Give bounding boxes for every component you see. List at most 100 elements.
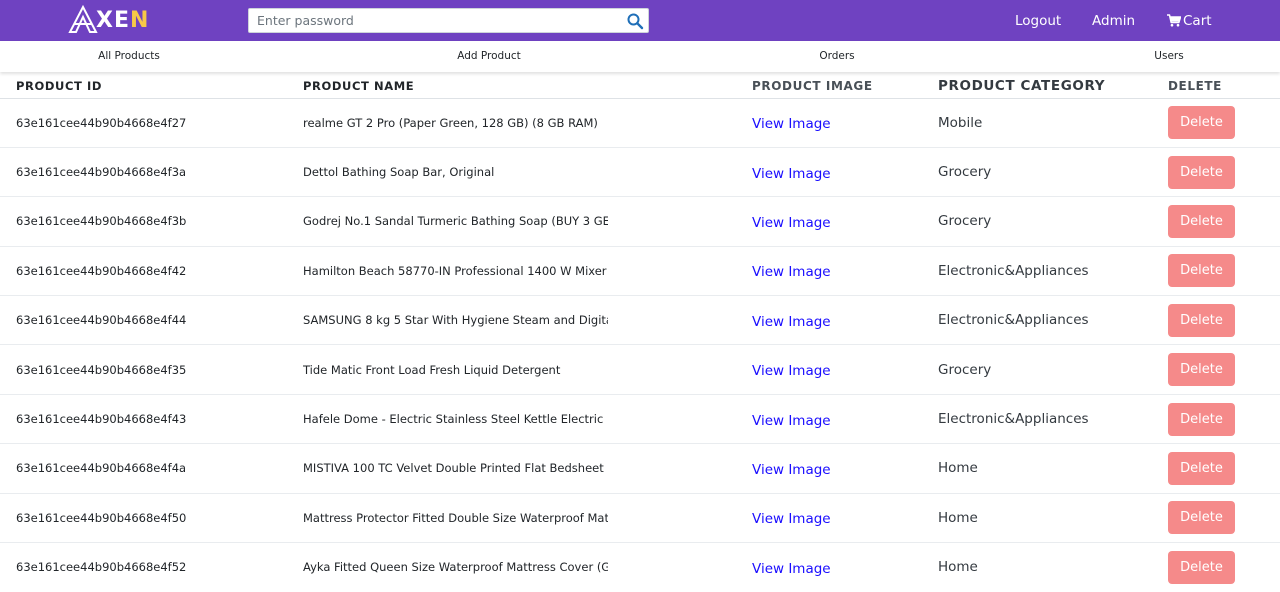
product-id-cell: 63e161cee44b90b4668e4f50 [0, 492, 303, 543]
product-name-cell: Dettol Bathing Soap Bar, Original [303, 146, 752, 197]
column-header-product-name: PRODUCT NAME [303, 72, 752, 99]
delete-button[interactable]: Delete [1168, 155, 1235, 189]
brand-text-n: N [130, 7, 150, 33]
product-image-cell: View Image [752, 97, 938, 148]
brand-text: XEN [96, 8, 149, 33]
admin-link[interactable]: Admin [1092, 0, 1135, 41]
product-id-cell: 63e161cee44b90b4668e4f42 [0, 245, 303, 296]
product-name-cell: Ayka Fitted Queen Size Waterproof Mattre… [303, 542, 752, 592]
view-image-link[interactable]: View Image [752, 116, 831, 132]
delete-button[interactable]: Delete [1168, 501, 1235, 535]
delete-cell: Delete [1168, 344, 1280, 395]
view-image-link[interactable]: View Image [752, 511, 831, 527]
view-image-link[interactable]: View Image [752, 413, 831, 429]
delete-button[interactable]: Delete [1168, 254, 1235, 288]
view-image-link[interactable]: View Image [752, 314, 831, 330]
product-name-text: Hamilton Beach 58770-IN Professional 140… [303, 263, 608, 278]
product-id-cell: 63e161cee44b90b4668e4f52 [0, 542, 303, 592]
product-category-cell: Grocery [938, 344, 1168, 395]
delete-button[interactable]: Delete [1168, 451, 1235, 485]
product-name-text: SAMSUNG 8 kg 5 Star With Hygiene Steam a… [303, 313, 608, 328]
table-row: 63e161cee44b90b4668e4f44 SAMSUNG 8 kg 5 … [0, 295, 1280, 345]
cart-link[interactable]: Cart [1167, 0, 1212, 41]
product-name-cell: Godrej No.1 Sandal Turmeric Bathing Soap… [303, 196, 752, 247]
view-image-link[interactable]: View Image [752, 462, 831, 478]
product-image-cell: View Image [752, 542, 938, 592]
product-name-cell: Hamilton Beach 58770-IN Professional 140… [303, 245, 752, 296]
brand-text-xe: XE [96, 7, 130, 33]
view-image-link[interactable]: View Image [752, 363, 831, 379]
logout-link[interactable]: Logout [1015, 0, 1061, 41]
product-id-cell: 63e161cee44b90b4668e4f3b [0, 196, 303, 247]
product-category-cell: Home [938, 443, 1168, 494]
view-image-link[interactable]: View Image [752, 561, 831, 577]
product-name-cell: SAMSUNG 8 kg 5 Star With Hygiene Steam a… [303, 295, 752, 345]
product-category-cell: Electronic&Appliances [938, 295, 1168, 345]
table-row: 63e161cee44b90b4668e4f3b Godrej No.1 San… [0, 196, 1280, 247]
product-name-text: MISTIVA 100 TC Velvet Double Printed Fla… [303, 461, 608, 476]
product-name-text: Godrej No.1 Sandal Turmeric Bathing Soap… [303, 214, 608, 229]
brand-logo[interactable]: XEN [68, 5, 149, 35]
product-id-cell: 63e161cee44b90b4668e4f44 [0, 295, 303, 345]
products-table: PRODUCT ID PRODUCT NAME PRODUCT IMAGE PR… [0, 72, 1280, 592]
search-input[interactable] [249, 9, 619, 32]
table-row: 63e161cee44b90b4668e4f27 realme GT 2 Pro… [0, 97, 1280, 148]
table-row: 63e161cee44b90b4668e4f52 Ayka Fitted Que… [0, 542, 1280, 592]
delete-cell: Delete [1168, 542, 1280, 592]
view-image-link[interactable]: View Image [752, 264, 831, 280]
product-name-text: Ayka Fitted Queen Size Waterproof Mattre… [303, 560, 608, 575]
subnav-all-products[interactable]: All Products [98, 41, 160, 72]
top-navbar: XEN Logout Admin Cart [0, 0, 1280, 41]
product-name-text: Mattress Protector Fitted Double Size Wa… [303, 510, 608, 525]
delete-cell: Delete [1168, 443, 1280, 494]
delete-button[interactable]: Delete [1168, 550, 1235, 584]
product-name-cell: realme GT 2 Pro (Paper Green, 128 GB) (8… [303, 97, 752, 148]
table-row: 63e161cee44b90b4668e4f50 Mattress Protec… [0, 492, 1280, 543]
product-category-cell: Electronic&Appliances [938, 245, 1168, 296]
product-image-cell: View Image [752, 146, 938, 197]
product-category-cell: Mobile [938, 97, 1168, 148]
column-header-product-category: PRODUCT CATEGORY [938, 72, 1168, 99]
search-icon[interactable] [626, 12, 644, 30]
product-category-cell: Grocery [938, 196, 1168, 247]
delete-cell: Delete [1168, 492, 1280, 543]
subnav-add-product[interactable]: Add Product [457, 41, 521, 72]
delete-cell: Delete [1168, 146, 1280, 197]
logo-a-icon [68, 5, 98, 33]
product-category-cell: Grocery [938, 146, 1168, 197]
search-box [248, 8, 649, 33]
product-name-cell: Hafele Dome - Electric Stainless Steel K… [303, 393, 752, 444]
product-name-cell: MISTIVA 100 TC Velvet Double Printed Fla… [303, 443, 752, 494]
product-name-text: Hafele Dome - Electric Stainless Steel K… [303, 412, 608, 427]
table-row: 63e161cee44b90b4668e4f35 Tide Matic Fron… [0, 344, 1280, 395]
product-id-cell: 63e161cee44b90b4668e4f4a [0, 443, 303, 494]
product-name-text: Dettol Bathing Soap Bar, Original [303, 165, 495, 180]
delete-cell: Delete [1168, 245, 1280, 296]
view-image-link[interactable]: View Image [752, 166, 831, 182]
subnav-users[interactable]: Users [1154, 41, 1183, 72]
delete-button[interactable]: Delete [1168, 106, 1235, 140]
delete-button[interactable]: Delete [1168, 204, 1235, 238]
delete-cell: Delete [1168, 196, 1280, 247]
product-name-cell: Tide Matic Front Load Fresh Liquid Deter… [303, 344, 752, 395]
product-id-cell: 63e161cee44b90b4668e4f3a [0, 146, 303, 197]
admin-subnav: All Products Add Product Orders Users [0, 41, 1280, 72]
delete-cell: Delete [1168, 295, 1280, 345]
delete-button[interactable]: Delete [1168, 353, 1235, 387]
delete-button[interactable]: Delete [1168, 303, 1235, 337]
delete-button[interactable]: Delete [1168, 402, 1235, 436]
product-image-cell: View Image [752, 492, 938, 543]
table-header-row: PRODUCT ID PRODUCT NAME PRODUCT IMAGE PR… [0, 72, 1280, 99]
view-image-link[interactable]: View Image [752, 215, 831, 231]
product-name-text: Tide Matic Front Load Fresh Liquid Deter… [303, 362, 561, 377]
table-row: 63e161cee44b90b4668e4f4a MISTIVA 100 TC … [0, 443, 1280, 494]
product-image-cell: View Image [752, 295, 938, 345]
delete-cell: Delete [1168, 97, 1280, 148]
table-row: 63e161cee44b90b4668e4f3a Dettol Bathing … [0, 146, 1280, 197]
table-row: 63e161cee44b90b4668e4f43 Hafele Dome - E… [0, 393, 1280, 444]
product-image-cell: View Image [752, 196, 938, 247]
table-row: 63e161cee44b90b4668e4f42 Hamilton Beach … [0, 245, 1280, 296]
product-id-cell: 63e161cee44b90b4668e4f35 [0, 344, 303, 395]
subnav-orders[interactable]: Orders [819, 41, 854, 72]
product-name-text: realme GT 2 Pro (Paper Green, 128 GB) (8… [303, 115, 598, 130]
